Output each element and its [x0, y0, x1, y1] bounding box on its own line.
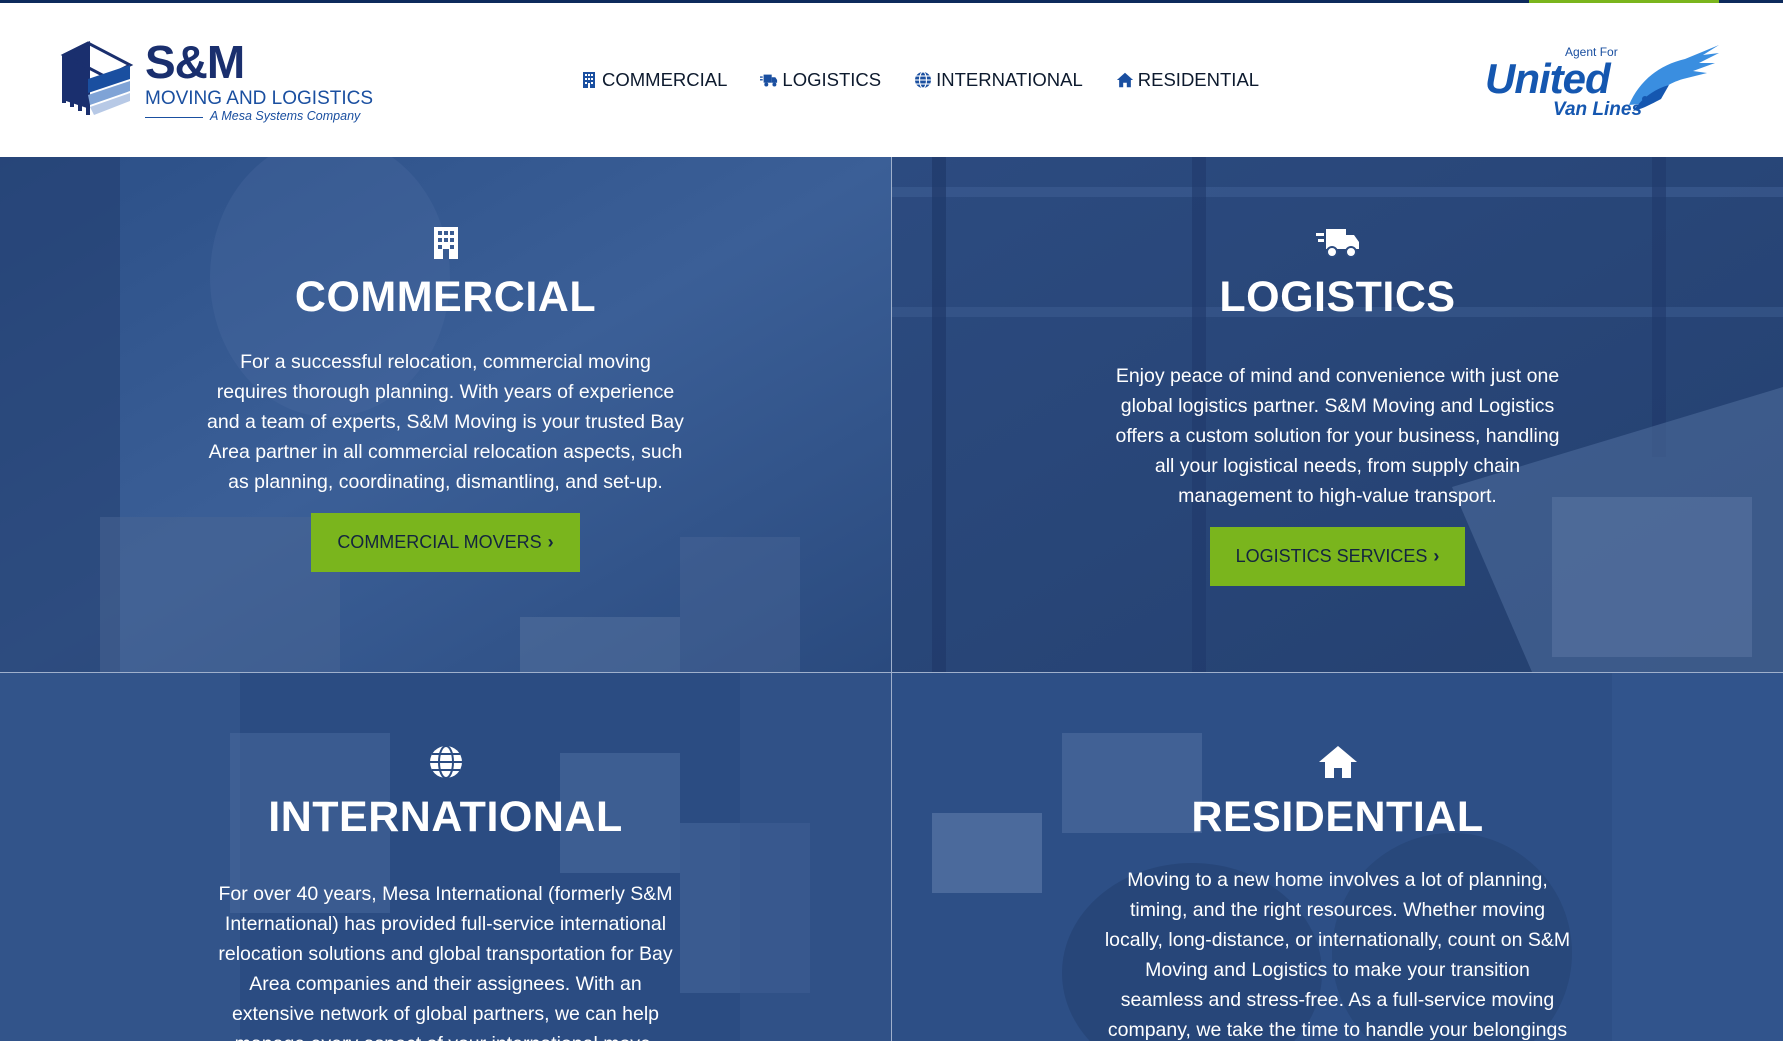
nav-label: LOGISTICS	[782, 69, 882, 90]
eagle-icon	[1629, 45, 1719, 111]
services-grid: COMMERCIAL For a successful relocation, …	[0, 157, 1783, 1041]
panel-commercial: COMMERCIAL For a successful relocation, …	[0, 157, 891, 672]
nav-commercial[interactable]: COMMERCIAL	[580, 69, 727, 91]
nav-international[interactable]: INTERNATIONAL	[914, 69, 1083, 91]
residential-title: RESIDENTIAL	[1191, 793, 1484, 841]
chevron-right-icon: ›	[547, 532, 554, 552]
logistics-services-button[interactable]: LOGISTICS SERVICES ›	[1209, 527, 1466, 586]
truck-fast-icon	[760, 74, 778, 87]
sm-logo[interactable]: S&M MOVING AND LOGISTICS A Mesa Systems …	[60, 36, 373, 129]
chevron-right-icon: ›	[1433, 546, 1440, 566]
button-label: COMMERCIAL MOVERS	[337, 532, 542, 552]
nav-label: RESIDENTIAL	[1137, 69, 1260, 90]
panel-logistics: LOGISTICS Enjoy peace of mind and conven…	[892, 157, 1783, 672]
logo-rule	[145, 117, 203, 118]
home-icon	[1116, 72, 1133, 88]
site-header: S&M MOVING AND LOGISTICS A Mesa Systems …	[0, 3, 1783, 157]
home-icon	[1318, 746, 1357, 778]
sm-logo-mark-icon	[60, 41, 134, 115]
international-title: INTERNATIONAL	[268, 793, 623, 841]
truck-fast-icon	[1315, 229, 1359, 258]
logo-tagline: A Mesa Systems Company	[210, 109, 361, 123]
nav-logistics[interactable]: LOGISTICS	[760, 69, 881, 91]
commercial-text: For a successful relocation, commercial …	[207, 351, 684, 493]
nav-label: COMMERCIAL	[602, 69, 728, 90]
logistics-text: Enjoy peace of mind and convenience with…	[1115, 365, 1560, 507]
agent-brand: United	[1485, 55, 1611, 102]
panel-international: INTERNATIONAL For over 40 years, Mesa In…	[0, 673, 891, 1041]
commercial-movers-button[interactable]: COMMERCIAL MOVERS ›	[311, 513, 580, 572]
panel-divider-vertical	[891, 157, 892, 1041]
globe-icon	[429, 745, 462, 779]
main-nav: COMMERCIAL LOGISTICS INTERNATIONAL RESID…	[580, 3, 1292, 157]
panel-divider-horizontal	[0, 672, 1783, 673]
building-icon	[433, 227, 458, 259]
panel-residential: RESIDENTIAL Moving to a new home involve…	[892, 673, 1783, 1041]
logistics-title: LOGISTICS	[1219, 273, 1456, 321]
commercial-title: COMMERCIAL	[294, 273, 597, 321]
commercial-content: COMMERCIAL For a successful relocation, …	[0, 227, 891, 572]
united-van-lines-logo[interactable]: Agent For United Van Lines	[1483, 41, 1723, 125]
residential-content: RESIDENTIAL Moving to a new home involve…	[892, 745, 1783, 1041]
logistics-content: LOGISTICS Enjoy peace of mind and conven…	[892, 227, 1783, 586]
globe-icon	[915, 71, 932, 89]
building-icon	[583, 72, 595, 88]
nav-residential[interactable]: RESIDENTIAL	[1116, 69, 1259, 91]
nav-label: INTERNATIONAL	[936, 69, 1083, 90]
logo-name: S&M	[145, 36, 245, 88]
international-text: For over 40 years, Mesa International (f…	[218, 883, 673, 1041]
residential-text: Moving to a new home involves a lot of p…	[1104, 869, 1571, 1041]
international-content: INTERNATIONAL For over 40 years, Mesa In…	[0, 745, 891, 1041]
button-label: LOGISTICS SERVICES	[1235, 546, 1428, 566]
logo-subtitle: MOVING AND LOGISTICS	[145, 88, 374, 109]
